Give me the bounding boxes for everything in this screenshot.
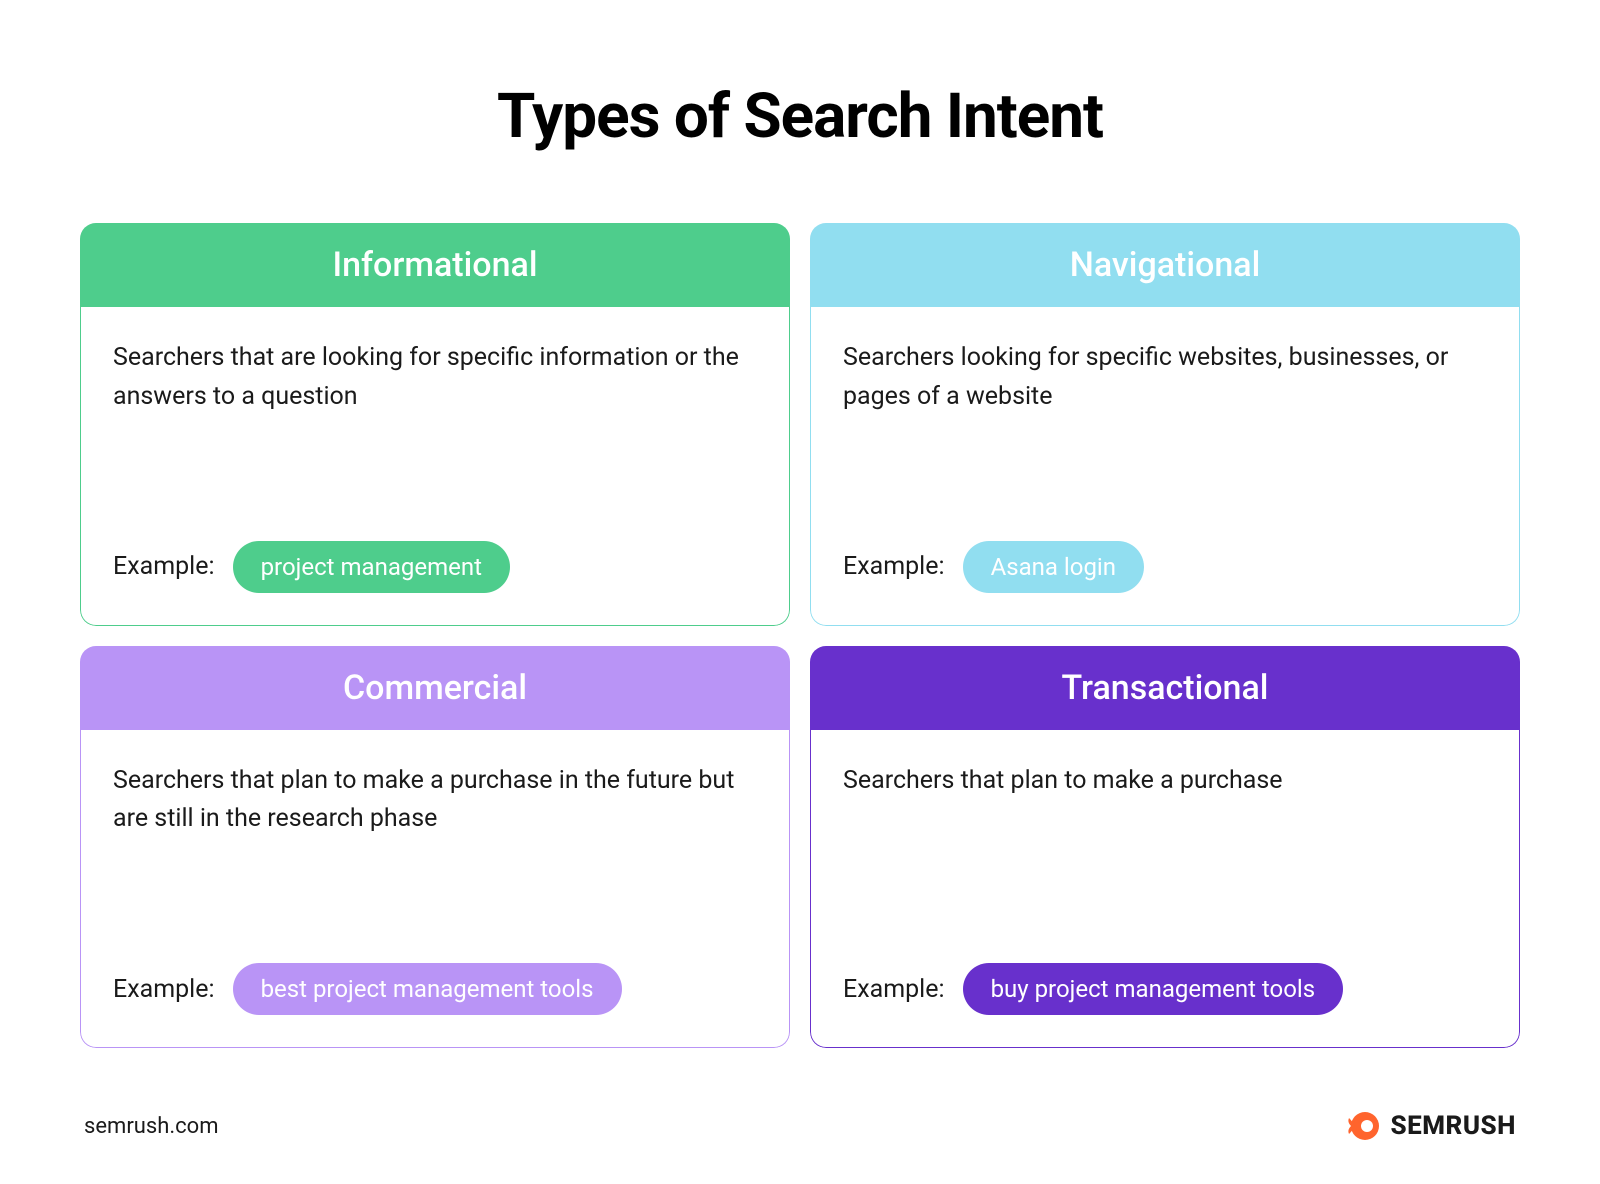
card-header-transactional: Transactional [810, 646, 1520, 730]
example-pill: Asana login [963, 541, 1144, 593]
card-commercial: Commercial Searchers that plan to make a… [80, 646, 790, 1049]
card-body-transactional: Searchers that plan to make a purchase E… [810, 730, 1520, 1049]
example-label: Example: [113, 552, 215, 581]
example-pill: buy project management tools [963, 963, 1344, 1015]
card-header-commercial: Commercial [80, 646, 790, 730]
card-header-navigational: Navigational [810, 223, 1520, 307]
card-body-informational: Searchers that are looking for specific … [80, 307, 790, 626]
page-title: Types of Search Intent [80, 80, 1520, 153]
example-pill: project management [233, 541, 510, 593]
flame-icon [1345, 1108, 1381, 1144]
card-description: Searchers that plan to make a purchase [843, 762, 1487, 940]
card-description: Searchers that are looking for specific … [113, 339, 757, 517]
card-body-navigational: Searchers looking for specific websites,… [810, 307, 1520, 626]
example-label: Example: [843, 552, 945, 581]
card-informational: Informational Searchers that are looking… [80, 223, 790, 626]
card-description: Searchers that plan to make a purchase i… [113, 762, 757, 940]
cards-grid: Informational Searchers that are looking… [80, 223, 1520, 1048]
example-row: Example: project management [113, 541, 757, 593]
card-description: Searchers looking for specific websites,… [843, 339, 1487, 517]
example-pill: best project management tools [233, 963, 622, 1015]
card-transactional: Transactional Searchers that plan to mak… [810, 646, 1520, 1049]
example-row: Example: buy project management tools [843, 963, 1487, 1015]
example-label: Example: [113, 975, 215, 1004]
card-body-commercial: Searchers that plan to make a purchase i… [80, 730, 790, 1049]
example-label: Example: [843, 975, 945, 1004]
footer-url: semrush.com [84, 1114, 219, 1139]
brand-logo: SEMRUSH [1345, 1108, 1516, 1144]
brand-name: SEMRUSH [1391, 1111, 1516, 1141]
footer: semrush.com SEMRUSH [80, 1108, 1520, 1144]
card-header-informational: Informational [80, 223, 790, 307]
card-navigational: Navigational Searchers looking for speci… [810, 223, 1520, 626]
example-row: Example: best project management tools [113, 963, 757, 1015]
example-row: Example: Asana login [843, 541, 1487, 593]
